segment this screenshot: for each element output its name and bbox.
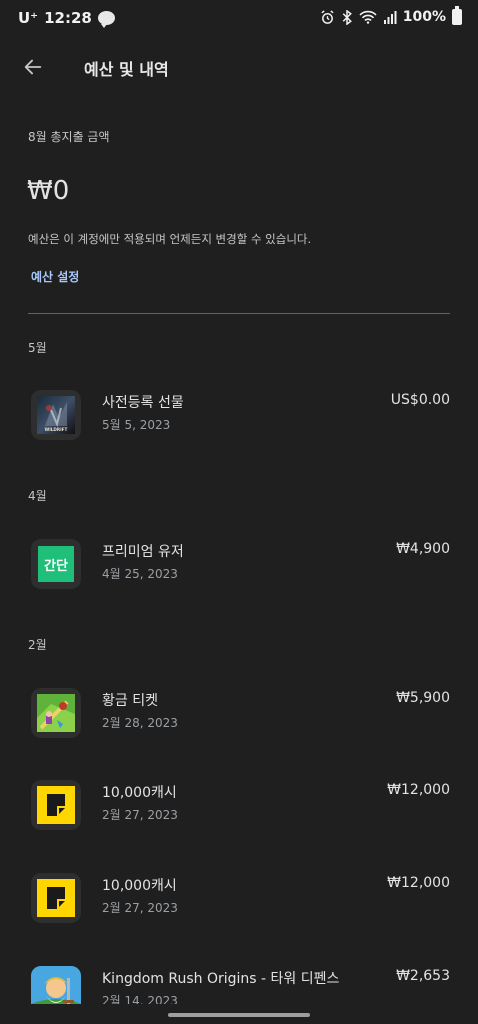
app-bar: 예산 및 내역 <box>0 40 478 96</box>
back-button[interactable] <box>18 52 48 82</box>
bluetooth-icon <box>342 9 352 25</box>
transaction-title: 사전등록 선물 <box>102 395 184 411</box>
transaction-row[interactable]: WILDRIFT 사전등록 선물 5월 5, 2023 US$0.00 <box>0 376 478 454</box>
transaction-date: 2월 27, 2023 <box>102 901 178 915</box>
home-indicator[interactable] <box>168 1013 310 1017</box>
transaction-title: 10,000캐시 <box>102 878 177 894</box>
gandan-icon-label: 간단 <box>44 558 68 574</box>
month-header: 5월 <box>28 341 47 355</box>
wildrift-icon: WILDRIFT <box>31 390 81 440</box>
page-title: 예산 및 내역 <box>84 60 169 79</box>
yellow-page-icon <box>31 780 81 830</box>
transaction-row[interactable]: 10,000캐시 2월 27, 2023 ₩12,000 <box>0 859 478 937</box>
transaction-date: 4월 25, 2023 <box>102 567 178 581</box>
status-left: U⁺ 12:28 <box>18 9 115 28</box>
signal-icon <box>383 11 397 24</box>
transaction-amount: ₩12,000 <box>387 782 450 798</box>
battery-icon <box>452 6 462 25</box>
carrier-label: U⁺ <box>18 9 39 27</box>
transaction-title: 10,000캐시 <box>102 785 177 801</box>
transaction-row[interactable]: 황금 티켓 2월 28, 2023 ₩5,900 <box>0 674 478 752</box>
transaction-amount: ₩12,000 <box>387 875 450 891</box>
clock: 12:28 <box>44 9 92 27</box>
status-bar: U⁺ 12:28 100% <box>0 0 478 40</box>
transaction-amount: ₩4,900 <box>396 541 450 557</box>
chat-notification-icon <box>97 11 115 28</box>
transaction-row[interactable]: 10,000캐시 2월 27, 2023 ₩12,000 <box>0 766 478 844</box>
yellow-page-icon <box>31 873 81 923</box>
wifi-icon <box>359 10 377 24</box>
gandan-icon: 간단 <box>31 539 81 589</box>
monthly-total-label: 8월 총지출 금액 <box>28 130 110 144</box>
golf-game-icon <box>31 688 81 738</box>
battery-percent: 100% <box>402 9 446 25</box>
transaction-amount: US$0.00 <box>390 392 450 408</box>
monthly-total-amount: ₩0 <box>27 176 70 206</box>
svg-text:WILDRIFT: WILDRIFT <box>45 427 68 432</box>
arrow-back-icon <box>24 59 42 75</box>
transaction-date: 5월 5, 2023 <box>102 418 171 432</box>
transaction-amount: ₩5,900 <box>396 690 450 706</box>
divider <box>28 313 450 314</box>
transaction-title: 프리미엄 유저 <box>102 544 184 560</box>
budget-note: 예산은 이 계정에만 적용되며 언제든지 변경할 수 있습니다. <box>28 232 312 246</box>
budget-settings-link[interactable]: 예산 설정 <box>31 268 79 285</box>
transaction-date: 2월 28, 2023 <box>102 716 178 730</box>
transaction-amount: ₩2,653 <box>396 968 450 984</box>
month-header: 2월 <box>28 638 47 652</box>
transaction-title: 황금 티켓 <box>102 693 158 709</box>
alarm-icon <box>321 9 334 24</box>
status-right: 100% <box>320 6 462 25</box>
transaction-title: Kingdom Rush Origins - 타워 디펜스 <box>102 971 340 987</box>
month-header: 4월 <box>28 489 47 503</box>
transaction-date: 2월 27, 2023 <box>102 808 178 822</box>
transaction-row[interactable]: 간단 프리미엄 유저 4월 25, 2023 ₩4,900 <box>0 525 478 603</box>
